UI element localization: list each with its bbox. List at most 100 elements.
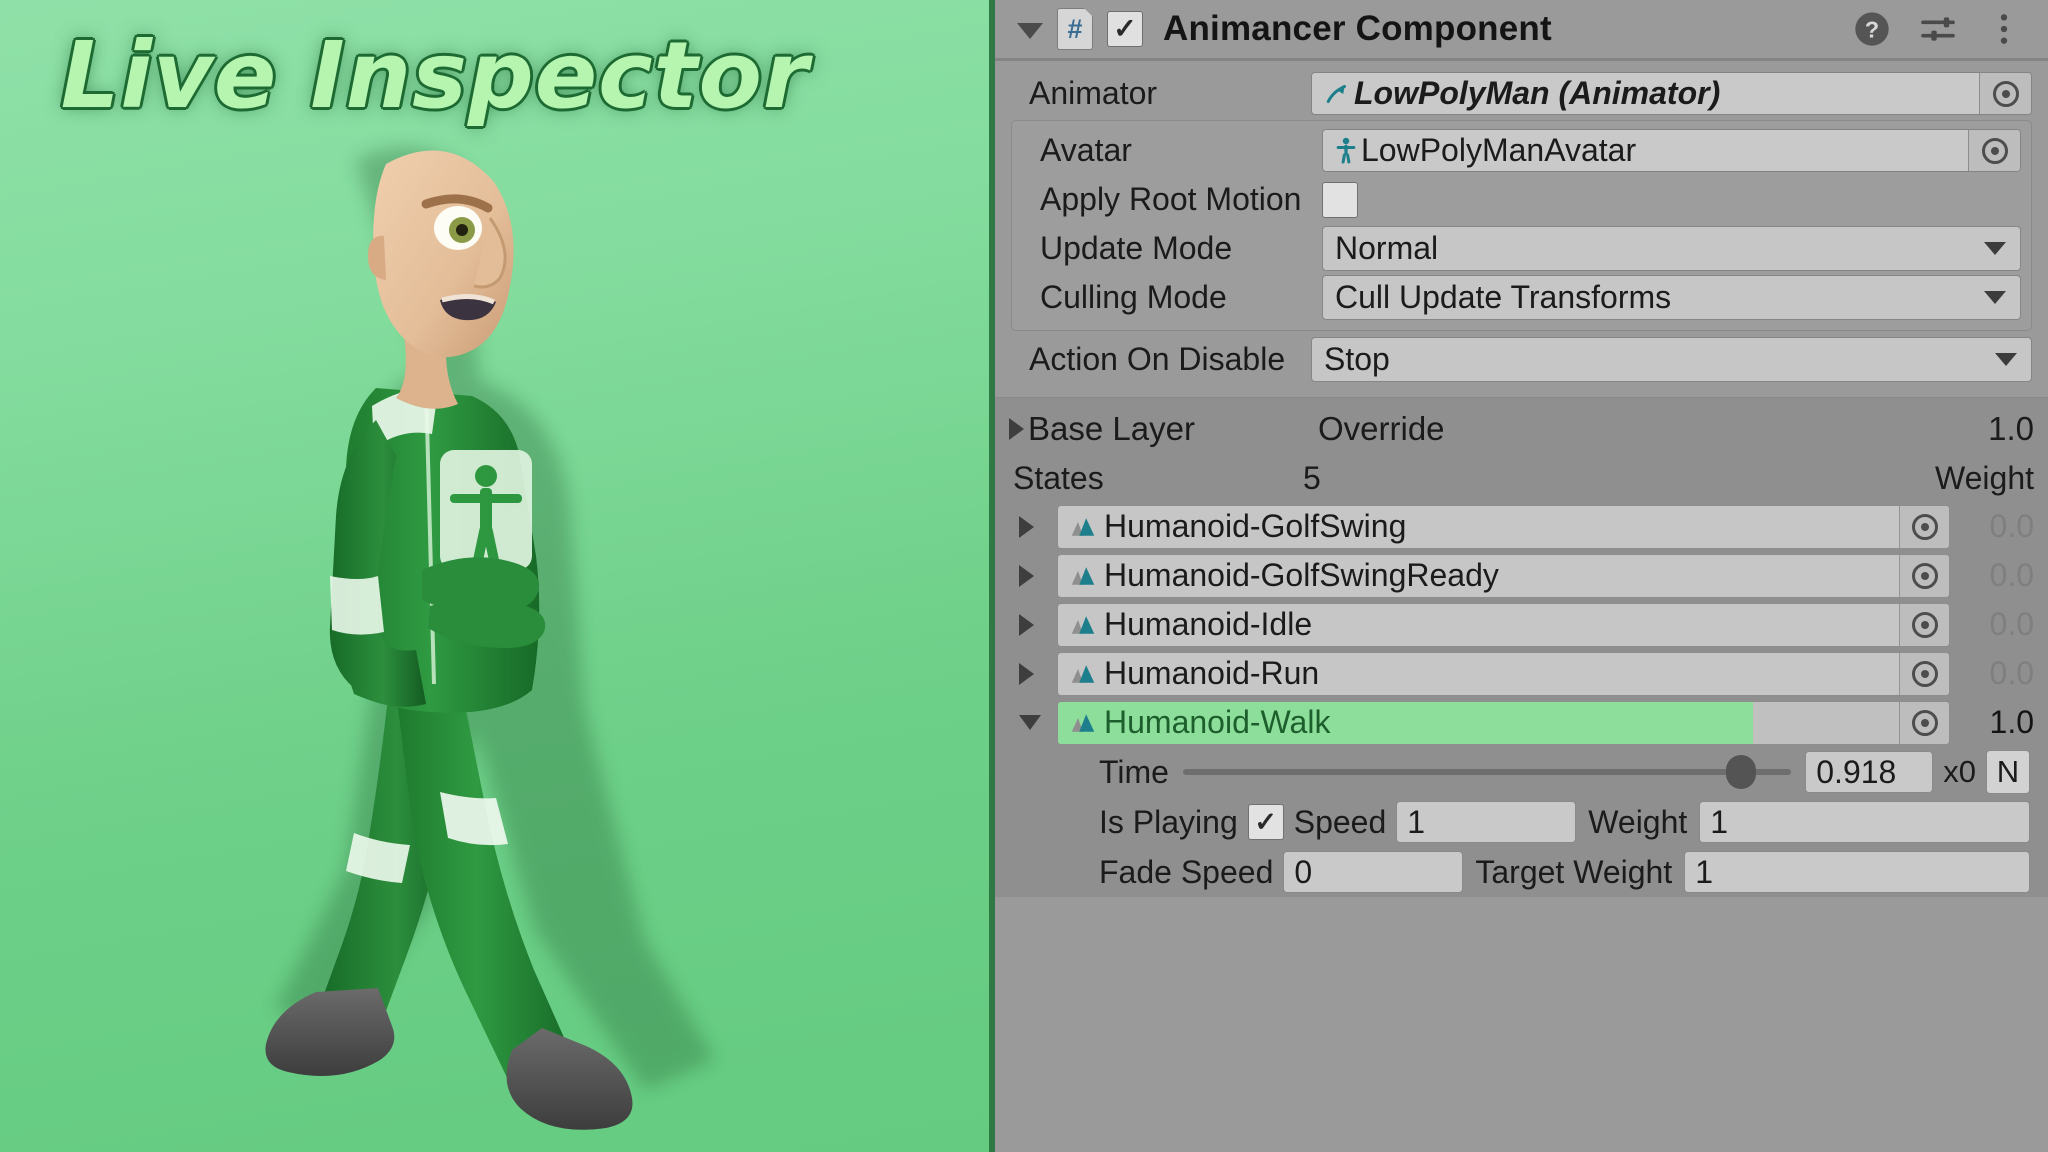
state-object-field[interactable]: Humanoid-Run [1057, 651, 1950, 696]
character-illustration [265, 147, 715, 1130]
avatar-object-field[interactable]: LowPolyManAvatar [1322, 129, 2021, 172]
more-vertical-icon[interactable] [1984, 9, 2024, 49]
state-name: Humanoid-GolfSwing [1104, 508, 1407, 544]
animator-value: LowPolyMan (Animator) [1354, 75, 1721, 111]
speed-label: Speed [1293, 803, 1387, 840]
avatar-value: LowPolyManAvatar [1361, 132, 1637, 168]
weight-field[interactable]: 1 [1699, 801, 2030, 843]
inspector-panel: # ✓ Animancer Component ? Animator LowPo… [995, 0, 2048, 1152]
state-row[interactable]: Humanoid-GolfSwingReady 0.0 [1009, 551, 2034, 600]
base-layer-header[interactable]: Base Layer Override 1.0 [1009, 404, 2034, 454]
speed-value: 1 [1407, 803, 1426, 840]
triangle-right-icon[interactable] [1019, 662, 1034, 685]
chevron-down-icon[interactable] [1017, 22, 1043, 39]
inspector-body: Animator LowPolyMan (Animator) Avatar Lo… [995, 69, 2048, 387]
header-icon-group: ? [1852, 9, 2030, 49]
state-details: Time 0.918 x0 N Is Playing ✓ Speed 1 Wei… [1009, 747, 2034, 897]
culling-mode-label: Culling Mode [1040, 279, 1227, 315]
component-header[interactable]: # ✓ Animancer Component ? [995, 0, 2048, 58]
culling-mode-dropdown[interactable]: Cull Update Transforms [1322, 275, 2021, 320]
component-title: Animancer Component [1163, 9, 1552, 48]
speed-field[interactable]: 1 [1396, 801, 1577, 843]
object-picker-icon[interactable] [1899, 554, 1949, 597]
object-picker-icon[interactable] [1899, 701, 1949, 744]
state-row[interactable]: Humanoid-Idle 0.0 [1009, 600, 2034, 649]
fade-speed-field[interactable]: 0 [1283, 851, 1464, 893]
chevron-down-icon [1995, 352, 2017, 366]
object-picker-icon[interactable] [1899, 652, 1949, 695]
animation-clip-icon [1071, 713, 1095, 732]
animation-clip-icon [1071, 615, 1095, 634]
triangle-right-icon[interactable] [1019, 515, 1034, 538]
object-picker-icon[interactable] [1899, 505, 1949, 548]
action-on-disable-field: Stop [1311, 336, 2032, 382]
promo-pane: Live Inspector [0, 0, 995, 1152]
weight-label: Weight [1588, 803, 1688, 840]
svg-text:?: ? [1865, 16, 1879, 42]
state-row[interactable]: Humanoid-Walk 1.0 [1009, 698, 2034, 747]
promo-title: Live Inspector [60, 22, 810, 129]
states-list: Humanoid-GolfSwing 0.0 Humanoid-GolfSwingR… [1009, 502, 2034, 747]
fade-speed-label: Fade Speed [1099, 853, 1274, 890]
animation-clip-icon [1071, 664, 1095, 683]
is-playing-label: Is Playing [1099, 803, 1238, 840]
time-value-field[interactable]: 0.918 [1805, 751, 1934, 793]
state-object-field[interactable]: Humanoid-Walk [1057, 700, 1950, 745]
state-foldout[interactable] [1011, 613, 1057, 636]
time-slider-handle[interactable] [1726, 755, 1757, 789]
object-picker-icon[interactable] [1968, 130, 2020, 171]
animator-field-wrap: LowPolyMan (Animator) [1311, 72, 2032, 115]
state-row[interactable]: Humanoid-Run 0.0 [1009, 649, 2034, 698]
object-picker-icon[interactable] [1979, 73, 2031, 114]
state-foldout[interactable] [1011, 515, 1057, 538]
time-slider[interactable] [1182, 755, 1792, 789]
base-layer-weight: 1.0 [1988, 410, 2034, 447]
avatar-label: Avatar [1040, 132, 1132, 168]
chevron-down-icon [1984, 291, 2006, 304]
component-enable-checkbox[interactable]: ✓ [1107, 11, 1143, 47]
preset-sliders-icon[interactable] [1918, 9, 1958, 49]
animator-object-field[interactable]: LowPolyMan (Animator) [1311, 72, 2032, 115]
help-icon[interactable]: ? [1852, 9, 1892, 49]
state-foldout[interactable] [1011, 564, 1057, 587]
state-foldout[interactable] [1011, 662, 1057, 685]
animator-settings-group: Avatar LowPolyManAvatar Apply Root Motio… [1011, 120, 2032, 331]
apply-root-motion-label: Apply Root Motion [1040, 181, 1302, 217]
time-row: Time 0.918 x0 N [1009, 747, 2034, 797]
target-weight-field[interactable]: 1 [1684, 851, 2030, 893]
action-on-disable-value: Stop [1324, 340, 1390, 377]
time-value: 0.918 [1816, 753, 1897, 790]
normalize-time-button[interactable]: N [1986, 750, 2030, 794]
state-object-field[interactable]: Humanoid-GolfSwingReady [1057, 553, 1950, 598]
apply-root-motion-checkbox[interactable] [1322, 181, 1358, 218]
update-mode-label: Update Mode [1040, 230, 1233, 266]
object-picker-icon[interactable] [1899, 603, 1949, 646]
action-on-disable-dropdown[interactable]: Stop [1311, 336, 2032, 382]
triangle-down-icon[interactable] [1019, 715, 1041, 730]
state-object-field[interactable]: Humanoid-GolfSwing [1057, 504, 1950, 549]
state-object-field[interactable]: Humanoid-Idle [1057, 602, 1950, 647]
target-weight-value: 1 [1695, 853, 1713, 890]
base-layer-blend-mode: Override [1318, 410, 1445, 447]
time-label: Time [1099, 753, 1169, 790]
avatar-field-wrap: LowPolyManAvatar [1322, 129, 2021, 172]
triangle-right-icon[interactable] [1019, 613, 1034, 636]
triangle-right-icon[interactable] [1019, 564, 1034, 587]
triangle-right-icon[interactable] [1009, 418, 1024, 440]
state-name: Humanoid-Idle [1104, 606, 1313, 642]
weight-column-header: Weight [1934, 459, 2034, 496]
update-mode-dropdown[interactable]: Normal [1322, 226, 2021, 271]
update-mode-row: Update Mode Normal [1022, 224, 2021, 273]
is-playing-checkbox[interactable]: ✓ [1247, 804, 1284, 840]
state-row[interactable]: Humanoid-GolfSwing 0.0 [1009, 502, 2034, 551]
state-foldout[interactable] [1011, 715, 1057, 730]
update-mode-field: Normal [1322, 226, 2021, 271]
states-count: 5 [1303, 459, 1321, 496]
chevron-down-icon [1984, 242, 2006, 255]
normalize-time-label: N [1996, 754, 2020, 789]
script-icon: # [1057, 8, 1093, 50]
target-weight-label: Target Weight [1475, 853, 1673, 890]
animator-icon [1326, 84, 1346, 103]
layers-section: Base Layer Override 1.0 States 5 Weight … [995, 397, 2048, 897]
state-weight-value: 0.0 [1989, 508, 2034, 544]
